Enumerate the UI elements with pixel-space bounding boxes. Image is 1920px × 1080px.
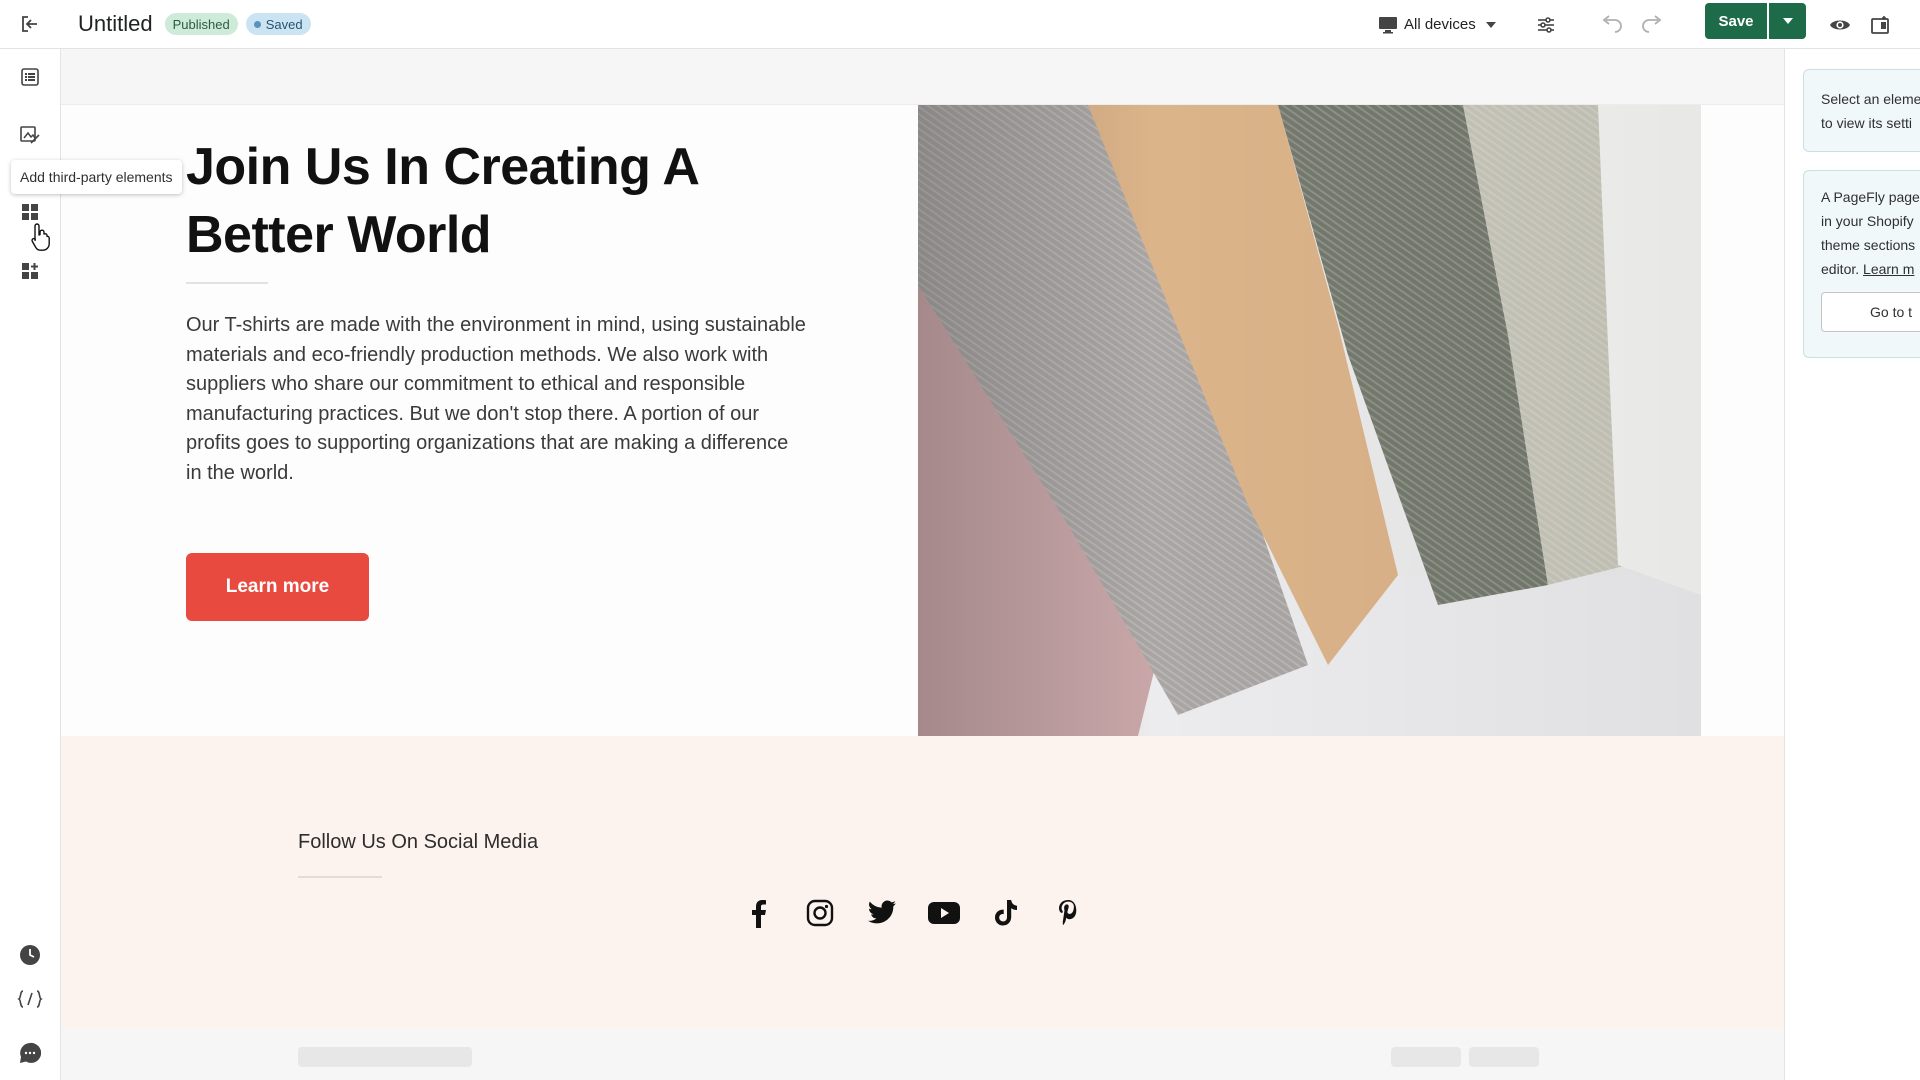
saved-dot-icon bbox=[253, 20, 261, 28]
hero-description[interactable]: Our T-shirts are made with the environme… bbox=[186, 311, 806, 488]
tiktok-link[interactable] bbox=[989, 896, 1023, 930]
redo-button[interactable] bbox=[1634, 0, 1670, 49]
youtube-icon bbox=[928, 902, 960, 924]
skeleton-placeholder bbox=[1469, 1047, 1539, 1067]
redo-icon bbox=[1642, 14, 1662, 33]
canvas-header-strip bbox=[61, 49, 1784, 105]
published-badge: Published bbox=[164, 13, 238, 35]
chevron-down-icon bbox=[1782, 18, 1793, 24]
code-icon bbox=[17, 990, 43, 1008]
info-line: in your Shopify bbox=[1821, 213, 1914, 229]
monitor-icon bbox=[1379, 16, 1397, 33]
custom-code-button[interactable] bbox=[14, 983, 46, 1015]
hero-tshirts-image[interactable] bbox=[918, 105, 1701, 736]
info-line: theme sections bbox=[1821, 237, 1916, 253]
save-button[interactable]: Save bbox=[1705, 3, 1767, 39]
save-options-button[interactable] bbox=[1769, 3, 1806, 39]
title-divider bbox=[186, 282, 268, 284]
hint-line: to view its setti bbox=[1821, 115, 1913, 131]
chat-button[interactable] bbox=[14, 1037, 46, 1069]
device-label: All devices bbox=[1404, 16, 1476, 33]
chat-icon bbox=[20, 1042, 41, 1063]
twitter-icon bbox=[868, 900, 896, 924]
facebook-icon bbox=[752, 900, 766, 928]
canvas-footer-strip bbox=[61, 1029, 1784, 1080]
social-divider bbox=[298, 876, 382, 878]
clock-icon bbox=[20, 945, 40, 965]
history-button[interactable] bbox=[14, 939, 46, 971]
learn-more-link[interactable]: Learn m bbox=[1863, 261, 1914, 277]
saved-badge: Saved bbox=[245, 13, 311, 35]
page-title[interactable]: Untitled bbox=[78, 11, 153, 37]
saved-badge-label: Saved bbox=[265, 16, 303, 32]
social-icons-row bbox=[741, 888, 1113, 938]
hero-section[interactable]: Join Us In Creating A Better World Our T… bbox=[61, 105, 1784, 736]
exit-button[interactable] bbox=[0, 0, 60, 49]
preview-button[interactable] bbox=[1822, 0, 1858, 49]
inspector-panel: Select an eleme to view its setti A Page… bbox=[1784, 49, 1920, 1080]
sliders-icon bbox=[1538, 16, 1554, 33]
instagram-link[interactable] bbox=[803, 896, 837, 930]
hand-cursor-icon bbox=[30, 222, 54, 257]
hint-line: Select an eleme bbox=[1821, 91, 1920, 107]
social-title[interactable]: Follow Us On Social Media bbox=[298, 831, 538, 854]
top-bar: Untitled Published Saved All devices Sav… bbox=[0, 0, 1920, 49]
page-settings-button[interactable] bbox=[1528, 0, 1564, 49]
publish-button[interactable] bbox=[1862, 0, 1898, 49]
facebook-link[interactable] bbox=[741, 896, 775, 930]
undo-icon bbox=[1602, 14, 1622, 33]
media-button[interactable] bbox=[14, 119, 46, 151]
info-text: editor. bbox=[1821, 261, 1860, 277]
skeleton-placeholder bbox=[1391, 1047, 1461, 1067]
skeleton-placeholder bbox=[298, 1047, 472, 1067]
learn-more-button[interactable]: Learn more bbox=[186, 553, 369, 621]
pinterest-link[interactable] bbox=[1051, 896, 1085, 930]
layers-button[interactable] bbox=[14, 61, 46, 93]
image-icon bbox=[20, 126, 40, 144]
instagram-icon bbox=[806, 899, 834, 927]
info-line: A PageFly page bbox=[1821, 189, 1920, 205]
exit-icon bbox=[22, 16, 37, 32]
eye-icon bbox=[1830, 20, 1850, 29]
go-to-theme-editor-button[interactable]: Go to t bbox=[1821, 292, 1920, 332]
social-section[interactable]: Follow Us On Social Media bbox=[61, 736, 1784, 1029]
pinterest-icon bbox=[1059, 900, 1077, 926]
left-rail bbox=[0, 49, 61, 1080]
undo-button[interactable] bbox=[1594, 0, 1630, 49]
tshirts-illustration bbox=[918, 105, 1701, 736]
info-line: editor. Learn m bbox=[1821, 257, 1920, 281]
tiktok-icon bbox=[995, 900, 1017, 926]
youtube-link[interactable] bbox=[927, 896, 961, 930]
chevron-down-icon bbox=[1485, 21, 1496, 28]
device-selector[interactable]: All devices bbox=[1378, 0, 1496, 49]
third-party-button[interactable] bbox=[14, 255, 46, 287]
hero-title[interactable]: Join Us In Creating A Better World bbox=[186, 133, 826, 269]
tooltip: Add third-party elements bbox=[11, 160, 182, 194]
select-element-hint: Select an eleme to view its setti bbox=[1803, 69, 1920, 152]
shopify-info-card: A PageFly page in your Shopify theme sec… bbox=[1803, 170, 1920, 358]
add-app-icon bbox=[22, 263, 38, 279]
list-icon bbox=[21, 68, 39, 86]
twitter-link[interactable] bbox=[865, 896, 899, 930]
grid-icon bbox=[22, 204, 38, 220]
publish-icon bbox=[1871, 15, 1889, 34]
editor-canvas[interactable]: Join Us In Creating A Better World Our T… bbox=[61, 49, 1784, 1080]
